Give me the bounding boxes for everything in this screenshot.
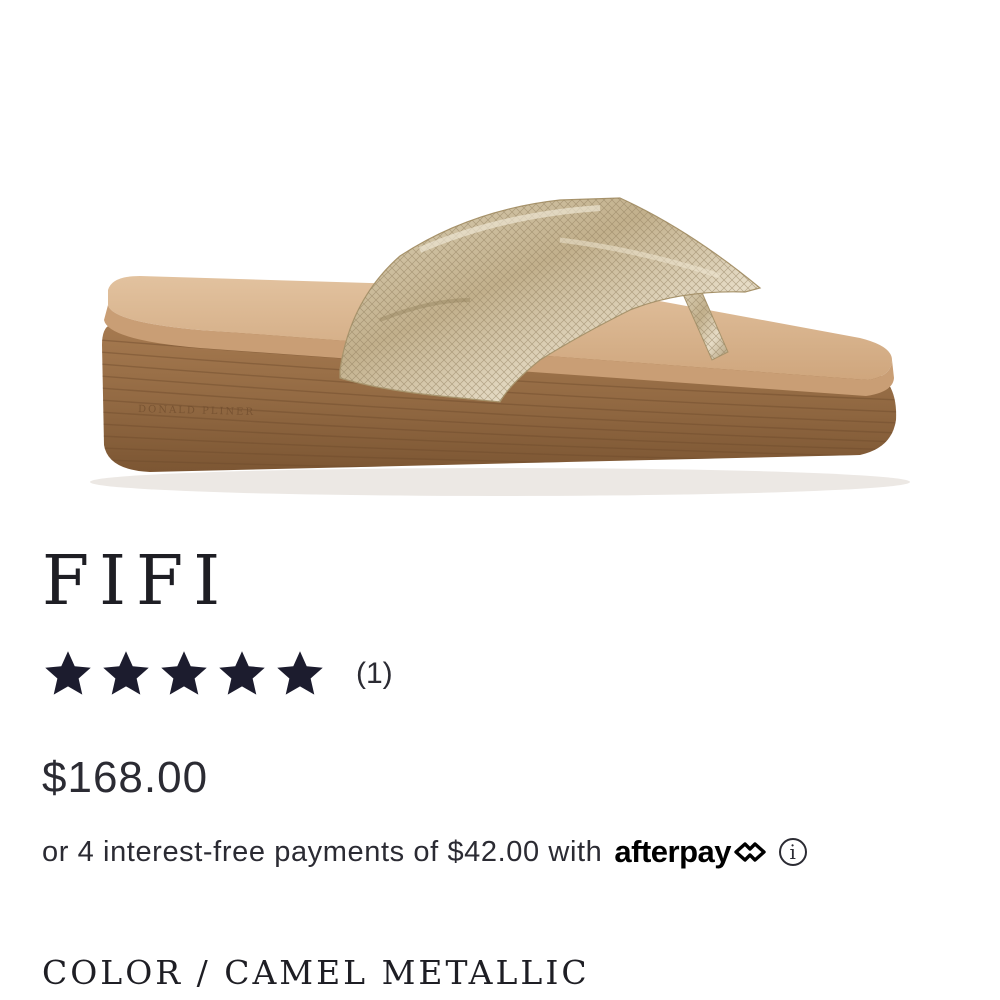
product-title: FIFI bbox=[42, 542, 231, 621]
star-rating bbox=[42, 648, 326, 700]
afterpay-logo: afterpay bbox=[614, 834, 767, 870]
star-icon bbox=[158, 648, 210, 700]
star-icon bbox=[42, 648, 94, 700]
afterpay-arrows-icon bbox=[731, 839, 767, 865]
shadow bbox=[90, 468, 910, 496]
rating[interactable]: (1) bbox=[42, 642, 393, 706]
product-image[interactable]: DONALD PLINER bbox=[0, 0, 1000, 540]
star-icon bbox=[274, 648, 326, 700]
sandal-illustration: DONALD PLINER bbox=[90, 197, 910, 496]
product-price: $168.00 bbox=[42, 753, 209, 802]
installment-info: or 4 interest-free payments of $42.00 wi… bbox=[42, 830, 807, 874]
color-label: COLOR / CAMEL METALLIC bbox=[42, 953, 590, 992]
star-icon bbox=[100, 648, 152, 700]
star-icon bbox=[216, 648, 268, 700]
afterpay-wordmark: afterpay bbox=[614, 834, 731, 869]
review-count[interactable]: (1) bbox=[356, 657, 393, 691]
installment-text: or 4 interest-free payments of $42.00 wi… bbox=[42, 835, 603, 868]
info-circle-icon[interactable]: i bbox=[778, 838, 807, 866]
